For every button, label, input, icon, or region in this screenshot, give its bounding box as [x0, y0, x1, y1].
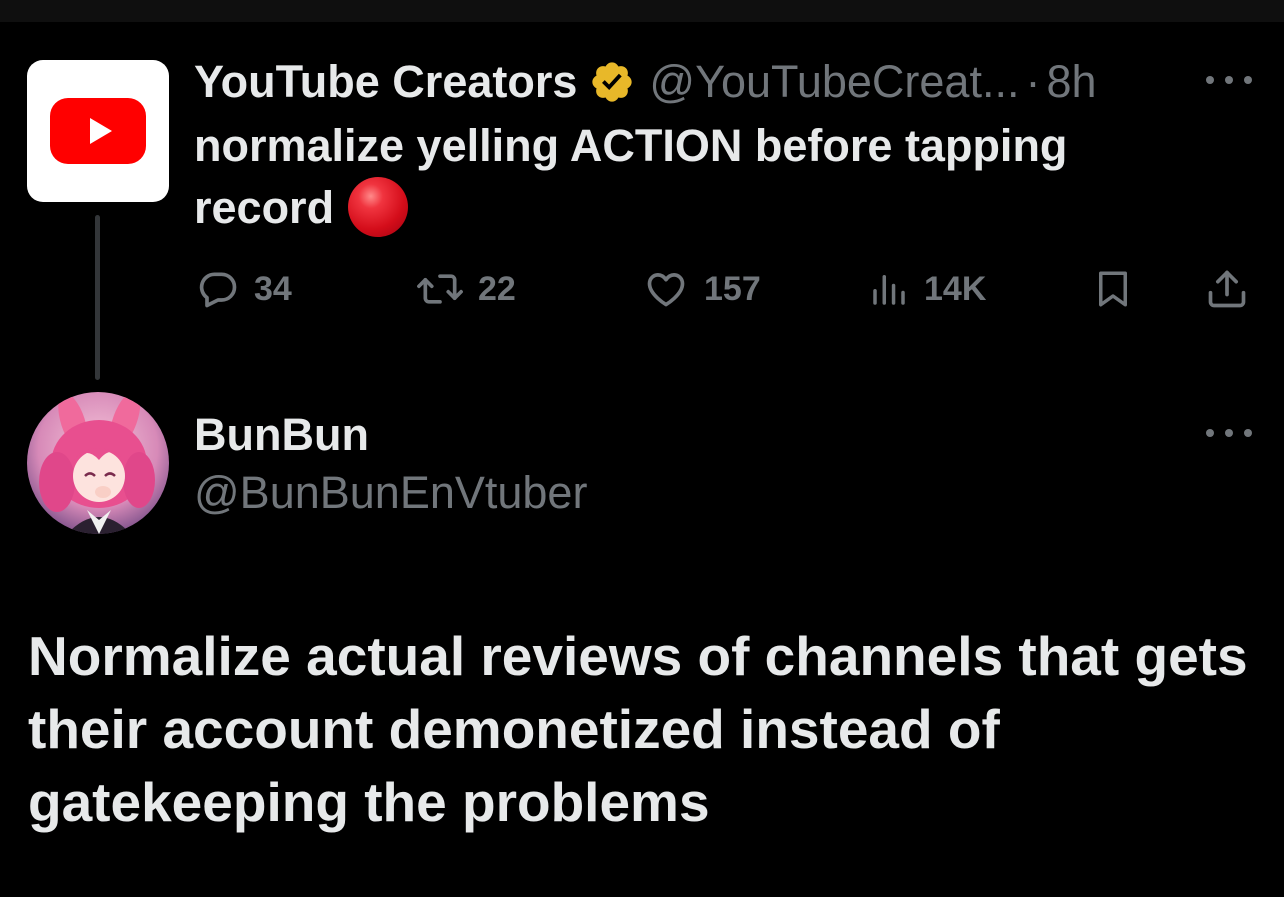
like-button[interactable]: 157 — [642, 264, 761, 314]
views-button[interactable]: 14K — [868, 264, 986, 314]
parent-handle[interactable]: @YouTubeCreat... — [649, 54, 1019, 110]
retweet-button[interactable]: 22 — [416, 264, 516, 314]
reply-icon — [199, 272, 237, 308]
parent-tweet-text: normalize yelling ACTION before tapping … — [194, 115, 1194, 239]
retweet-icon — [417, 274, 463, 304]
reply-tweet-text: Normalize actual reviews of channels tha… — [28, 625, 1248, 833]
separator-dot: · — [1025, 56, 1041, 107]
reply-handle[interactable]: @BunBunEnVtuber — [194, 466, 587, 520]
reply-more-icon[interactable] — [1206, 423, 1252, 443]
bookmark-button[interactable] — [1092, 264, 1134, 314]
reply-button[interactable]: 34 — [196, 264, 292, 314]
parent-tweet-header: YouTube Creators @YouTubeCreat... · 8h — [194, 54, 1097, 110]
share-button[interactable] — [1204, 264, 1250, 314]
youtube-creators-avatar[interactable] — [27, 60, 169, 202]
red-circle-emoji-icon — [348, 177, 409, 237]
verified-badge-icon — [592, 62, 633, 102]
like-count: 157 — [704, 269, 761, 308]
heart-icon — [647, 273, 685, 307]
views-chart-icon — [873, 275, 905, 305]
reply-count: 34 — [254, 269, 292, 308]
reply-display-name[interactable]: BunBun — [194, 408, 369, 462]
share-icon — [1208, 270, 1246, 308]
bookmark-icon — [1099, 271, 1127, 307]
parent-more-icon[interactable] — [1206, 70, 1252, 90]
youtube-logo-icon — [50, 98, 146, 164]
parent-display-name[interactable]: YouTube Creators — [194, 54, 577, 110]
parent-timestamp[interactable]: 8h — [1046, 54, 1096, 110]
views-count: 14K — [924, 269, 987, 308]
thread-connector-line — [95, 215, 100, 380]
status-bar — [0, 0, 1284, 22]
avatar-image — [27, 392, 169, 534]
parent-tweet-body: normalize yelling ACTION before tapping … — [194, 120, 1068, 233]
retweet-count: 22 — [478, 269, 516, 308]
bunbun-avatar[interactable] — [27, 392, 169, 534]
